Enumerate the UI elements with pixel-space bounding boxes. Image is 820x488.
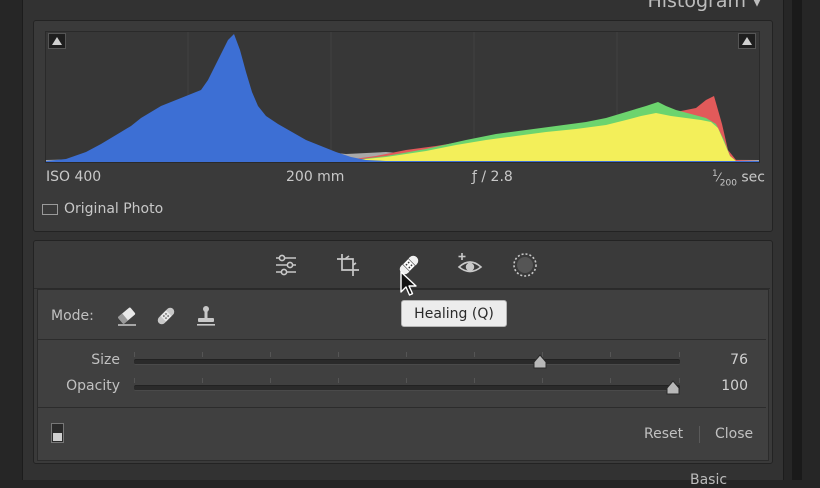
opacity-slider-thumb[interactable] xyxy=(666,380,680,396)
crop-icon[interactable] xyxy=(333,250,363,280)
red-eye-icon[interactable] xyxy=(455,250,485,280)
size-label: Size xyxy=(91,352,120,368)
shadow-clipping-button[interactable] xyxy=(48,33,66,49)
original-photo-toggle[interactable]: Original Photo xyxy=(42,201,163,217)
opacity-label: Opacity xyxy=(66,378,120,394)
aperture-value: ƒ / 2.8 xyxy=(472,169,513,185)
histogram-svg xyxy=(46,32,759,162)
triangle-up-icon xyxy=(742,37,752,45)
panel-scrollbar[interactable] xyxy=(792,0,802,480)
original-photo-label: Original Photo xyxy=(64,201,164,217)
yellow-channel xyxy=(346,113,759,162)
clone-icon[interactable] xyxy=(193,303,219,329)
size-value[interactable]: 76 xyxy=(698,352,748,368)
tool-tooltip: Healing (Q) xyxy=(401,300,507,327)
footer-separator xyxy=(699,426,700,443)
next-panel-title[interactable]: Basic xyxy=(690,472,727,488)
focal-length-value: 200 mm xyxy=(286,169,345,185)
edit-sliders-icon[interactable] xyxy=(271,250,301,280)
reset-button[interactable]: Reset xyxy=(644,426,683,442)
mouse-pointer-icon xyxy=(400,271,418,301)
opacity-value[interactable]: 100 xyxy=(698,378,748,394)
mode-divider xyxy=(38,339,766,340)
footer-divider xyxy=(38,407,766,408)
size-slider-track[interactable] xyxy=(134,359,680,365)
shutter-denominator: 200 xyxy=(719,178,737,189)
shutter-unit: sec xyxy=(741,169,765,186)
checkbox-icon[interactable] xyxy=(42,203,58,215)
opacity-ticks xyxy=(134,378,680,384)
panel-switch-icon[interactable] xyxy=(51,423,64,443)
iso-value: ISO 400 xyxy=(46,169,102,185)
shutter-speed-value: 1⁄200 sec xyxy=(712,169,765,189)
histogram-graph[interactable] xyxy=(45,31,760,163)
histogram-title[interactable]: Histogram xyxy=(647,0,746,12)
size-ticks xyxy=(134,352,680,358)
size-slider-thumb[interactable] xyxy=(533,354,547,370)
content-aware-remove-icon[interactable] xyxy=(114,303,140,329)
opacity-slider-track[interactable] xyxy=(134,385,680,391)
mode-label: Mode: xyxy=(51,308,94,324)
triangle-down-icon[interactable]: ▼ xyxy=(752,0,762,9)
close-button[interactable]: Close xyxy=(715,426,753,442)
heal-icon[interactable] xyxy=(153,303,179,329)
triangle-up-icon xyxy=(52,37,62,45)
masking-icon[interactable] xyxy=(510,250,540,280)
highlight-clipping-button[interactable] xyxy=(738,33,756,49)
